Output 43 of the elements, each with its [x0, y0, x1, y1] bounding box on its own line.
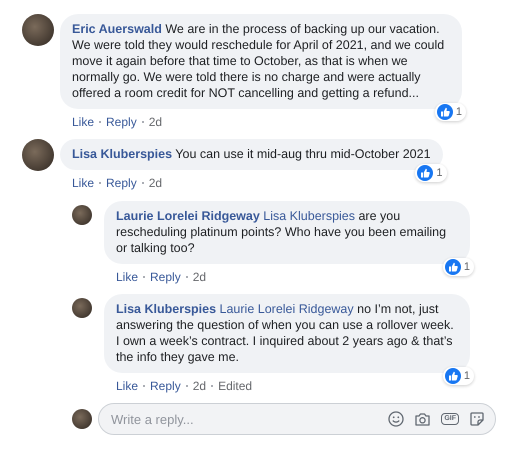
emoji-icon[interactable] — [388, 411, 404, 427]
avatar[interactable] — [72, 298, 92, 318]
reaction-count: 1 — [436, 166, 443, 181]
action-link[interactable]: Like — [116, 378, 138, 394]
action-link[interactable]: Reply — [150, 269, 181, 285]
comment-text: Laurie Lorelei Ridgeway Lisa Kluberspies are you rescheduling platinum points? Who have you been emailing or talking too? — [116, 209, 446, 255]
avatar[interactable] — [72, 205, 92, 225]
reaction-count: 1 — [464, 260, 470, 275]
like-icon — [444, 259, 461, 275]
avatar — [72, 409, 92, 429]
avatar[interactable] — [22, 139, 54, 171]
action-link[interactable]: Reply — [106, 175, 137, 191]
action-link[interactable]: Like — [116, 269, 138, 285]
like-icon — [444, 368, 461, 384]
mention-link[interactable]: Lisa Kluberspies — [263, 209, 355, 223]
reaction-badge[interactable]: 1 — [442, 258, 474, 276]
mention-link[interactable]: Laurie Lorelei Ridgeway — [220, 302, 354, 316]
timestamp[interactable]: 2d — [148, 114, 162, 130]
sticker-icon[interactable] — [469, 411, 485, 427]
like-icon — [436, 104, 453, 120]
comment-text: Eric Auerswald We are in the process of backing up our vacation. We were told they would reschedule for April of 2021, and we could move it again before that time to October, as that is when we normally go. We were told there is no charge and were actually offered a room credit for NOT cancelling and getting a refund... — [72, 22, 444, 100]
action-link[interactable]: Reply — [106, 114, 137, 130]
author-link[interactable]: Lisa Kluberspies — [72, 147, 172, 161]
author-link[interactable]: Laurie Lorelei Ridgeway — [116, 209, 260, 223]
comment-text: Lisa Kluberspies Laurie Lorelei Ridgeway no I’m not, just answering the question of when you can use a rollover week. I own a week’s contract. I inquired about 2 years ago & that’s the info they gave me. — [116, 302, 454, 364]
like-icon — [417, 165, 434, 181]
comment-text: Lisa Kluberspies You can use it mid-aug thru mid-October 2021 — [72, 147, 431, 161]
author-link[interactable]: Lisa Kluberspies — [116, 302, 216, 316]
reaction-count: 1 — [456, 105, 462, 120]
reaction-badge[interactable]: 1 — [434, 103, 466, 121]
edited-label: Edited — [218, 378, 252, 394]
timestamp[interactable]: 2d — [192, 269, 206, 285]
camera-icon[interactable] — [414, 411, 432, 427]
reaction-count: 1 — [464, 369, 470, 384]
action-link[interactable]: Like — [72, 114, 94, 130]
reaction-badge[interactable]: 1 — [442, 367, 474, 385]
action-link[interactable]: Reply — [150, 378, 181, 394]
timestamp[interactable]: 2d — [148, 175, 162, 191]
action-link[interactable]: Like — [72, 175, 94, 191]
avatar[interactable] — [22, 14, 54, 46]
reaction-badge[interactable]: 1 — [415, 164, 447, 182]
author-link[interactable]: Eric Auerswald — [72, 22, 162, 36]
timestamp[interactable]: 2d — [192, 378, 206, 394]
